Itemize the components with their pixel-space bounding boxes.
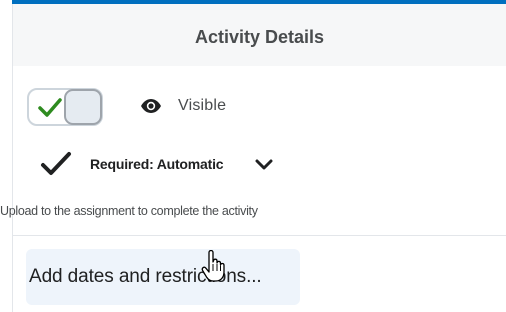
add-dates-restrictions-button[interactable]: Add dates and restrictions... bbox=[26, 249, 300, 305]
completion-requirement-label: Required: Automatic bbox=[90, 156, 224, 172]
panel-header: Activity Details bbox=[13, 4, 506, 66]
activity-details-panel: Activity Details Visible Required: Autom… bbox=[0, 0, 506, 312]
add-dates-restrictions-label: Add dates and restrictions... bbox=[29, 266, 262, 287]
visibility-label: Visible bbox=[178, 97, 227, 114]
eye-icon bbox=[141, 99, 161, 113]
section-divider bbox=[12, 235, 506, 236]
checkmark-icon bbox=[41, 152, 71, 175]
completion-description: Upload to the assignment to complete the… bbox=[0, 204, 258, 218]
checkmark-icon bbox=[38, 98, 62, 117]
panel-title: Activity Details bbox=[194, 26, 325, 47]
toggle-knob bbox=[64, 89, 102, 125]
visibility-toggle[interactable] bbox=[27, 88, 103, 126]
chevron-down-icon[interactable] bbox=[255, 159, 273, 171]
